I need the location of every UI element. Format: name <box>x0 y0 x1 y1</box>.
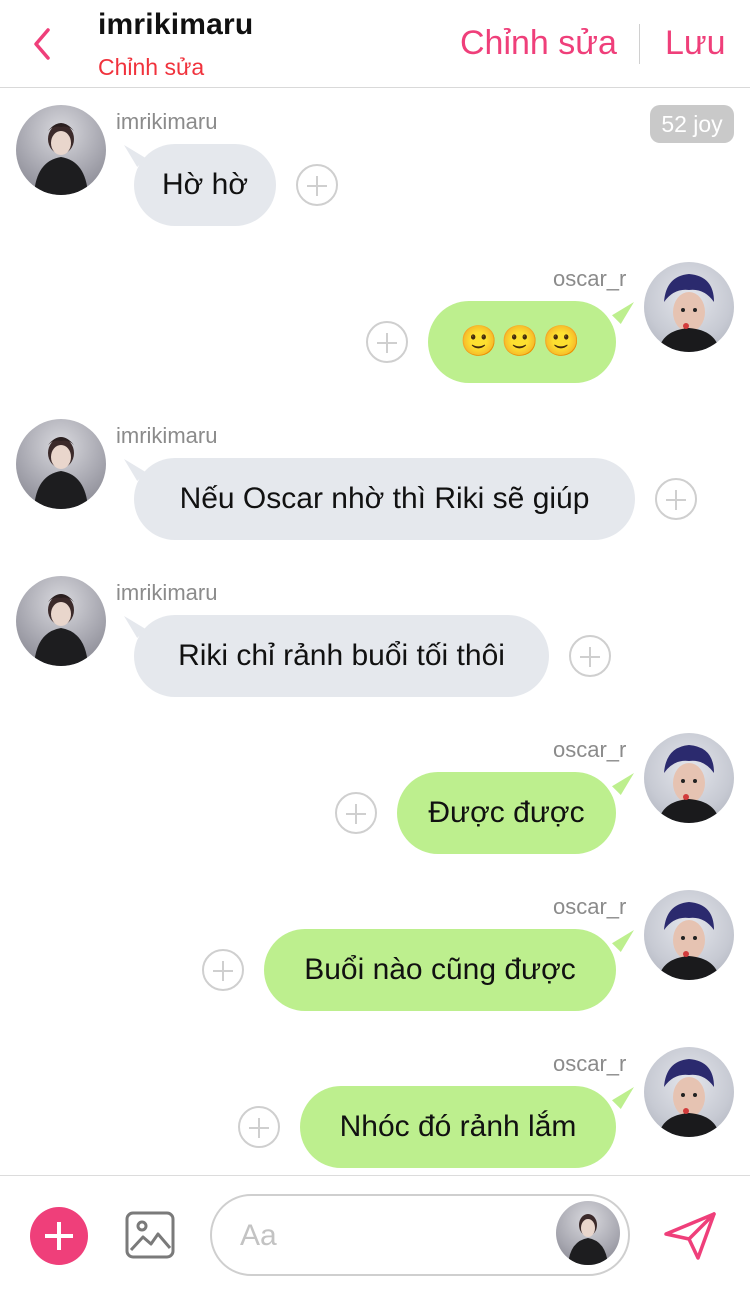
add-reaction-button[interactable] <box>655 478 697 520</box>
chat-area[interactable]: 52 joy imrikimaru Hờ hờ oscar_r 🙂🙂🙂 imri… <box>0 89 750 1175</box>
message-bubble[interactable]: Nếu Oscar nhờ thì Riki sẽ giúp <box>134 458 635 540</box>
sender-name: oscar_r <box>553 894 627 919</box>
sticker-avatar-button[interactable] <box>556 1201 620 1265</box>
sender-name: oscar_r <box>553 266 627 291</box>
message-bubble[interactable]: Hờ hờ <box>134 144 276 226</box>
plus-icon[interactable] <box>30 1207 88 1265</box>
send-icon <box>664 1212 716 1260</box>
sender-name: oscar_r <box>553 1051 627 1076</box>
message-input[interactable] <box>240 1212 540 1260</box>
chat-title: imrikimaru <box>98 8 254 41</box>
add-reaction-button[interactable] <box>202 949 244 991</box>
avatar-oscar-r[interactable] <box>644 1047 734 1137</box>
image-icon <box>125 1211 175 1259</box>
sender-name: imrikimaru <box>116 423 218 448</box>
save-button[interactable]: Lưu <box>665 24 726 63</box>
chevron-left-icon <box>34 28 50 60</box>
add-reaction-button[interactable] <box>296 164 338 206</box>
add-reaction-button[interactable] <box>366 321 408 363</box>
add-reaction-button[interactable] <box>569 635 611 677</box>
message-bubble[interactable]: Riki chỉ rảnh buổi tối thôi <box>134 615 549 697</box>
message-bubble[interactable]: Được được <box>397 772 616 854</box>
bubble-tail <box>612 930 634 952</box>
add-reaction-button[interactable] <box>238 1106 280 1148</box>
avatar-oscar-r[interactable] <box>644 890 734 980</box>
chat-subtitle[interactable]: Chỉnh sửa <box>98 54 204 81</box>
header-divider <box>639 24 640 64</box>
send-button[interactable] <box>660 1206 720 1266</box>
edit-button[interactable]: Chỉnh sửa <box>460 24 617 63</box>
image-button[interactable] <box>124 1210 176 1260</box>
back-button[interactable] <box>26 24 62 64</box>
sender-name: oscar_r <box>553 737 627 762</box>
avatar-oscar-r[interactable] <box>644 733 734 823</box>
message-bubble[interactable]: Buổi nào cũng được <box>264 929 616 1011</box>
bubble-tail <box>612 773 634 795</box>
chat-header: imrikimaru Chỉnh sửa Chỉnh sửa Lưu <box>0 0 750 88</box>
avatar-oscar-r[interactable] <box>644 262 734 352</box>
add-reaction-button[interactable] <box>335 792 377 834</box>
message-bubble[interactable]: 🙂🙂🙂 <box>428 301 616 383</box>
avatar-imrikimaru[interactable] <box>16 419 106 509</box>
joy-badge: 52 joy <box>650 105 734 143</box>
avatar-imrikimaru[interactable] <box>16 576 106 666</box>
bubble-tail <box>612 1087 634 1109</box>
message-bubble[interactable]: Nhóc đó rảnh lắm <box>300 1086 616 1168</box>
sender-name: imrikimaru <box>116 580 218 605</box>
sender-name: imrikimaru <box>116 109 218 134</box>
avatar-imrikimaru[interactable] <box>16 105 106 195</box>
composer-bar <box>0 1175 750 1294</box>
bubble-tail <box>612 302 634 324</box>
